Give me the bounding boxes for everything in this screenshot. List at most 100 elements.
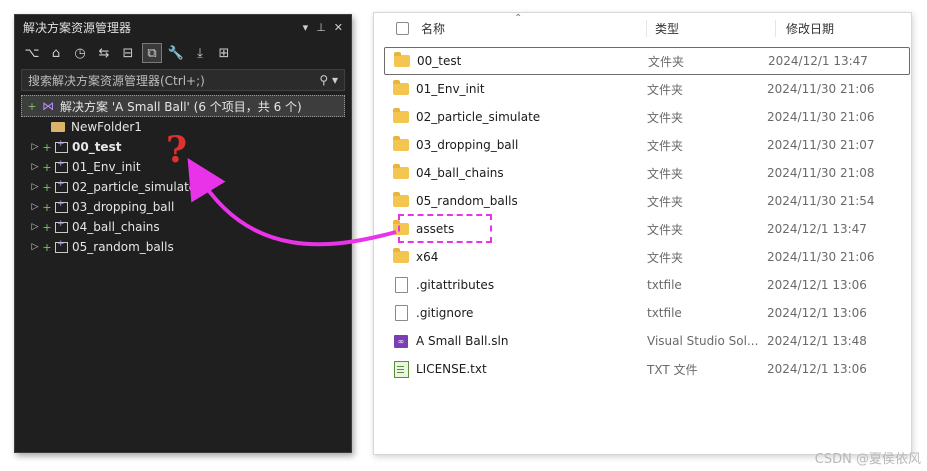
switch-views-icon[interactable]: ⌥	[23, 44, 41, 62]
solution-tree: + ⋈ 解决方案 'A Small Ball' (6 个项目，共 6 个) Ne…	[15, 95, 351, 257]
file-name: .gitattributes	[416, 278, 495, 292]
file-name: assets	[416, 222, 455, 236]
file-type: 文件夹	[647, 250, 684, 265]
tree-row-project[interactable]: ▷+01_Env_init	[15, 157, 351, 177]
file-name: 05_random_balls	[416, 194, 518, 208]
search-placeholder: 搜索解决方案资源管理器(Ctrl+;)	[28, 73, 205, 88]
folder-icon	[393, 248, 409, 263]
show-all-files-icon[interactable]: ⧉	[142, 43, 162, 63]
expand-arrow-icon[interactable]: ▷	[29, 222, 41, 232]
collapse-all-icon[interactable]: ⊟	[119, 44, 137, 62]
git-added-icon: +	[42, 180, 52, 194]
expand-arrow-icon[interactable]: ▷	[29, 182, 41, 192]
file-name: A Small Ball.sln	[416, 334, 509, 348]
file-type: txtfile	[647, 278, 682, 292]
solution-explorer-title: 解决方案资源管理器	[23, 20, 132, 35]
tree-row-project[interactable]: ▷+05_random_balls	[15, 237, 351, 257]
solution-explorer-toolbar: ⌥ ⌂ ◷ ⇆ ⊟ ⧉ 🔧 ⤓ ⊞	[15, 39, 351, 67]
git-added-icon: +	[42, 240, 52, 254]
file-type: TXT 文件	[647, 362, 698, 377]
tree-row-project[interactable]: ▷+00_test	[15, 137, 351, 157]
git-added-icon: +	[42, 200, 52, 214]
file-row[interactable]: x64 文件夹 2024/11/30 21:06	[384, 243, 910, 271]
expand-arrow-icon[interactable]: ▷	[29, 162, 41, 172]
file-row[interactable]: assets 文件夹 2024/12/1 13:47	[384, 215, 910, 243]
project-icon	[55, 159, 68, 173]
pending-changes-filter-icon[interactable]: ◷	[71, 44, 89, 62]
file-type: 文件夹	[647, 82, 684, 97]
git-added-icon: +	[27, 99, 37, 113]
folder-icon	[393, 136, 409, 151]
tree-row-project[interactable]: ▷+04_ball_chains	[15, 217, 351, 237]
file-row[interactable]: .gitignore txtfile 2024/12/1 13:06	[384, 299, 910, 327]
file-name: LICENSE.txt	[416, 362, 487, 376]
column-name[interactable]: 名称	[421, 20, 646, 37]
file-date: 2024/12/1 13:06	[767, 306, 867, 320]
solution-explorer-search[interactable]: 搜索解决方案资源管理器(Ctrl+;) ⚲ ▾	[21, 69, 345, 91]
file-row[interactable]: 04_ball_chains 文件夹 2024/11/30 21:08	[384, 159, 910, 187]
tree-row-project[interactable]: ▷+03_dropping_ball	[15, 197, 351, 217]
folder-icon	[393, 192, 409, 207]
visual-studio-solution-icon: ∞	[394, 334, 408, 348]
class-view-icon[interactable]: ⊞	[215, 44, 233, 62]
dropdown-arrow-icon[interactable]: ▾	[303, 21, 309, 34]
file-row[interactable]: LICENSE.txt TXT 文件 2024/12/1 13:06	[384, 355, 910, 383]
expand-arrow-icon[interactable]: ▷	[29, 202, 41, 212]
file-type: txtfile	[647, 306, 682, 320]
file-row[interactable]: 01_Env_init 文件夹 2024/11/30 21:06	[384, 75, 910, 103]
file-name: 03_dropping_ball	[416, 138, 519, 152]
tree-item-label: 05_random_balls	[72, 240, 174, 254]
watermark: CSDN @夏侯依风	[814, 452, 921, 467]
git-added-icon: +	[42, 220, 52, 234]
file-date: 2024/11/30 21:06	[767, 250, 875, 264]
properties-icon[interactable]: 🔧	[167, 44, 185, 62]
file-name: 04_ball_chains	[416, 166, 504, 180]
sync-icon[interactable]: ⇆	[95, 44, 113, 62]
git-added-icon: +	[42, 140, 52, 154]
solution-label: 解决方案 'A Small Ball' (6 个项目，共 6 个)	[60, 99, 302, 114]
tree-item-label: 01_Env_init	[72, 160, 141, 174]
sort-ascending-icon[interactable]: ⌃	[514, 13, 522, 24]
expand-arrow-icon[interactable]: ▷	[29, 142, 41, 152]
tree-item-label: 04_ball_chains	[72, 220, 160, 234]
file-date: 2024/11/30 21:06	[767, 82, 875, 96]
file-row[interactable]: ∞ A Small Ball.sln Visual Studio Sol... 202…	[384, 327, 910, 355]
expand-arrow-icon[interactable]: ▷	[29, 242, 41, 252]
file-date: 2024/12/1 13:06	[767, 362, 867, 376]
column-header: ⌃ 名称 类型 修改日期	[374, 13, 911, 43]
file-date: 2024/12/1 13:06	[767, 278, 867, 292]
project-icon	[55, 219, 68, 233]
tree-item-label: 00_test	[72, 140, 122, 154]
search-icon[interactable]: ⚲ ▾	[319, 73, 338, 87]
preview-selected-icon[interactable]: ⤓	[191, 44, 209, 62]
column-type[interactable]: 类型	[646, 19, 775, 37]
tree-row-solution[interactable]: + ⋈ 解决方案 'A Small Ball' (6 个项目，共 6 个)	[21, 95, 345, 117]
file-icon	[394, 277, 408, 293]
file-row[interactable]: 02_particle_simulate 文件夹 2024/11/30 21:06	[384, 103, 910, 131]
file-row[interactable]: 03_dropping_ball 文件夹 2024/11/30 21:07	[384, 131, 910, 159]
select-all-checkbox[interactable]	[396, 21, 409, 35]
tree-row-folder[interactable]: NewFolder1	[15, 117, 351, 137]
file-icon	[394, 305, 408, 321]
file-date: 2024/12/1 13:47	[767, 222, 867, 236]
file-name: 00_test	[417, 54, 462, 68]
file-name: 01_Env_init	[416, 82, 485, 96]
file-explorer-panel: ⌃ 名称 类型 修改日期 00_test 文件夹 2024/12/1 13:47 01…	[373, 12, 912, 455]
close-icon[interactable]: ✕	[334, 21, 343, 34]
column-date[interactable]: 修改日期	[775, 19, 834, 37]
file-type: 文件夹	[648, 54, 685, 69]
file-date: 2024/11/30 21:07	[767, 138, 875, 152]
file-type: 文件夹	[647, 222, 684, 237]
pin-icon[interactable]: ⊥	[316, 21, 326, 34]
file-date: 2024/11/30 21:54	[767, 194, 875, 208]
home-icon[interactable]: ⌂	[47, 44, 65, 62]
file-name: x64	[416, 250, 439, 264]
folder-icon	[393, 164, 409, 179]
solution-icon: ⋈	[42, 99, 54, 113]
file-type: 文件夹	[647, 166, 684, 181]
file-row[interactable]: 05_random_balls 文件夹 2024/11/30 21:54	[384, 187, 910, 215]
tree-row-project[interactable]: ▷+02_particle_simulate	[15, 177, 351, 197]
file-type: 文件夹	[647, 194, 684, 209]
file-row[interactable]: 00_test 文件夹 2024/12/1 13:47	[384, 47, 910, 75]
file-row[interactable]: .gitattributes txtfile 2024/12/1 13:06	[384, 271, 910, 299]
